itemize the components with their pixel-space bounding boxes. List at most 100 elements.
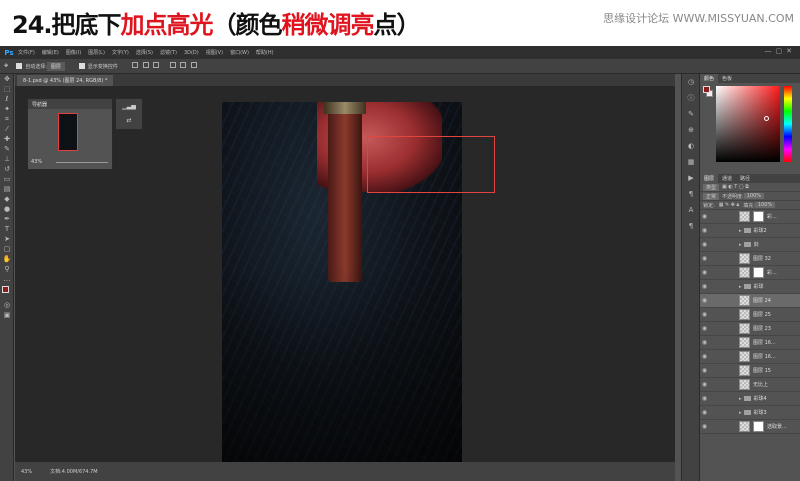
menu-help[interactable]: 帮助(H) <box>256 49 274 56</box>
visibility-eye-icon[interactable]: ◉ <box>700 213 709 220</box>
shape-icon[interactable]: ▢ <box>0 244 14 254</box>
hand-icon[interactable]: ✋ <box>0 254 14 264</box>
expand-arrow-icon[interactable]: ▸ <box>739 410 742 416</box>
layer-row[interactable]: ◉ 图层 16... <box>700 336 800 350</box>
visibility-eye-icon[interactable]: ◉ <box>700 423 709 430</box>
visibility-eye-icon[interactable]: ◉ <box>700 395 709 402</box>
layer-thumbnail[interactable] <box>739 379 750 390</box>
menu-image[interactable]: 图像(I) <box>66 49 81 56</box>
visibility-eye-icon[interactable]: ◉ <box>700 311 709 318</box>
tab-paths[interactable]: 路径 <box>736 174 754 183</box>
align-right-icon[interactable] <box>153 62 160 68</box>
layer-row[interactable]: ◉ ▸ 彩球4 <box>700 392 800 406</box>
distribute-bottom-icon[interactable] <box>190 62 197 68</box>
auto-select-checkbox[interactable] <box>16 63 23 69</box>
healing-icon[interactable]: ✚ <box>0 134 14 144</box>
menu-window[interactable]: 窗口(W) <box>230 49 249 56</box>
filter-icons[interactable]: ▣ ◐ T ▢ ⧉ <box>722 184 749 190</box>
actions-icon[interactable]: ▶ <box>682 170 700 186</box>
layer-thumbnail[interactable] <box>739 337 750 348</box>
layer-row[interactable]: ◉ 图层 32 <box>700 252 800 266</box>
show-transform-checkbox[interactable] <box>78 63 85 69</box>
stamp-icon[interactable]: ⊥ <box>0 154 14 164</box>
layer-row[interactable]: ◉ 彩... <box>700 266 800 280</box>
paragraph-icon[interactable]: ¶ <box>682 186 700 202</box>
path-select-icon[interactable]: ➤ <box>0 234 14 244</box>
info-icon[interactable]: ⓘ <box>682 90 700 106</box>
history-brush-icon[interactable]: ↺ <box>0 164 14 174</box>
layer-row[interactable]: ◉ 图层 25 <box>700 308 800 322</box>
layer-thumbnail[interactable] <box>739 365 750 376</box>
layer-row[interactable]: ◉ ▸ 彩球 <box>700 280 800 294</box>
expand-arrow-icon[interactable]: ▸ <box>739 228 742 234</box>
layer-mask-thumbnail[interactable] <box>753 421 764 432</box>
navigator-thumbnail[interactable] <box>58 113 78 151</box>
expand-arrow-icon[interactable]: ▸ <box>739 242 742 248</box>
layer-row[interactable]: ◉ 无比上 <box>700 378 800 392</box>
navigator-zoom[interactable]: 43% <box>31 159 42 165</box>
layer-mask-thumbnail[interactable] <box>753 267 764 278</box>
layer-row[interactable]: ◉ 图层 23 <box>700 322 800 336</box>
adjust-icon[interactable]: ⇄ <box>116 113 142 127</box>
type-icon[interactable]: T <box>0 224 14 234</box>
layer-mask-thumbnail[interactable] <box>753 211 764 222</box>
opacity-field[interactable]: 100% <box>743 193 764 199</box>
navigator-zoom-slider[interactable] <box>56 162 108 163</box>
dodge-icon[interactable]: ● <box>0 204 14 214</box>
layer-thumbnail[interactable] <box>739 211 750 222</box>
properties-icon[interactable]: ▦ <box>682 154 700 170</box>
layer-row[interactable]: ◉ 选取景... <box>700 420 800 434</box>
histogram-icon[interactable]: ▁▃▅ <box>116 99 142 113</box>
distribute-top-icon[interactable] <box>169 62 176 68</box>
pen-icon[interactable]: ✒ <box>0 214 14 224</box>
layer-row[interactable]: ◉ ▸ 彩球3 <box>700 406 800 420</box>
tab-swatches[interactable]: 色板 <box>718 74 736 83</box>
fill-field[interactable]: 100% <box>754 202 776 208</box>
visibility-eye-icon[interactable]: ◉ <box>700 255 709 262</box>
clone-source-icon[interactable]: ⊕ <box>682 122 700 138</box>
brush-preset-icon[interactable]: ✎ <box>682 106 700 122</box>
layer-thumbnail[interactable] <box>739 253 750 264</box>
marquee-icon[interactable]: ⬚ <box>0 84 14 94</box>
brush-icon[interactable]: ✎ <box>0 144 14 154</box>
more-tools-icon[interactable]: … <box>0 274 14 284</box>
foreground-swatch[interactable] <box>703 86 710 93</box>
blend-mode-dropdown[interactable]: 正常 <box>703 192 720 200</box>
screen-mode-icon[interactable]: ▣ <box>0 310 14 320</box>
color-swatches[interactable] <box>0 284 14 300</box>
layer-row[interactable]: ◉ ▸ 彩球2 <box>700 224 800 238</box>
layer-thumbnail[interactable] <box>739 267 750 278</box>
move-tool-icon[interactable]: ✥ <box>4 63 8 69</box>
layer-thumbnail[interactable] <box>739 421 750 432</box>
eraser-icon[interactable]: ▭ <box>0 174 14 184</box>
visibility-eye-icon[interactable]: ◉ <box>700 227 709 234</box>
layer-row[interactable]: ◉ 图层 15 <box>700 364 800 378</box>
layer-thumbnail[interactable] <box>739 309 750 320</box>
layer-row[interactable]: ◉ 彩... <box>700 210 800 224</box>
character-icon[interactable]: A <box>682 202 700 218</box>
blur-icon[interactable]: ◆ <box>0 194 14 204</box>
visibility-eye-icon[interactable]: ◉ <box>700 241 709 248</box>
layer-row[interactable]: ◉ 图层 16... <box>700 350 800 364</box>
eyedropper-icon[interactable]: ⁄ <box>0 124 14 134</box>
visibility-eye-icon[interactable]: ◉ <box>700 367 709 374</box>
hue-slider[interactable] <box>784 86 792 162</box>
visibility-eye-icon[interactable]: ◉ <box>700 297 709 304</box>
zoom-icon[interactable]: ⚲ <box>0 264 14 274</box>
layer-thumbnail[interactable] <box>739 323 750 334</box>
layer-row[interactable]: ◉ ▸ 剑 <box>700 238 800 252</box>
auto-select-dropdown[interactable]: 图层 <box>46 61 65 71</box>
visibility-eye-icon[interactable]: ◉ <box>700 325 709 332</box>
magic-wand-icon[interactable]: ✦ <box>0 104 14 114</box>
tab-layers[interactable]: 图层 <box>700 174 719 183</box>
color-picker-field[interactable] <box>716 86 780 162</box>
tab-channels[interactable]: 通道 <box>718 174 736 183</box>
status-zoom[interactable]: 43% <box>21 469 32 475</box>
layer-kind-dropdown[interactable]: 类型 <box>703 183 720 191</box>
menu-view[interactable]: 视图(V) <box>206 49 223 56</box>
visibility-eye-icon[interactable]: ◉ <box>700 381 709 388</box>
menu-file[interactable]: 文件(F) <box>18 49 35 56</box>
gradient-icon[interactable]: ▤ <box>0 184 14 194</box>
layer-row[interactable]: ◉ 图层 24 <box>700 294 800 308</box>
color-picker-cursor[interactable] <box>764 116 769 121</box>
